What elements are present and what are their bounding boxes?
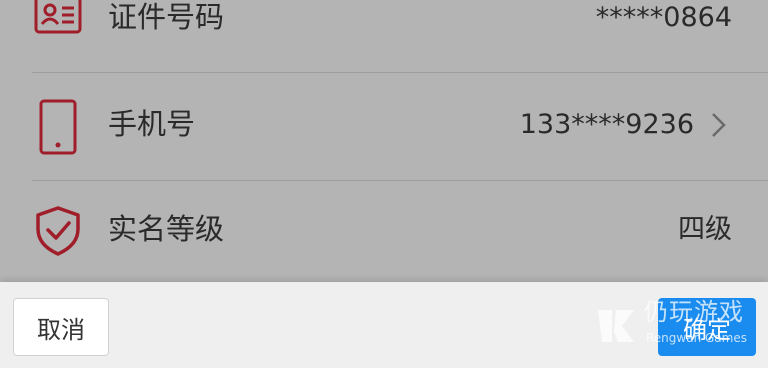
watermark-logo-icon bbox=[598, 310, 634, 342]
shield-check-icon bbox=[36, 206, 80, 256]
phone-number-label: 手机号 bbox=[108, 107, 196, 141]
row-phone-number[interactable]: 手机号 133****9236 bbox=[0, 73, 768, 180]
row-id-number: 证件号码 *****0864 bbox=[0, 0, 768, 72]
id-number-value: *****0864 bbox=[595, 2, 732, 33]
watermark-subtitle: Rengwan Games bbox=[646, 331, 747, 345]
row-real-name-level: 实名等级 四级 bbox=[0, 181, 768, 281]
phone-number-value: 133****9236 bbox=[519, 109, 694, 140]
watermark: 仍玩游戏 Rengwan Games bbox=[594, 300, 754, 350]
real-name-level-value: 四级 bbox=[678, 214, 732, 245]
id-card-icon bbox=[34, 0, 82, 34]
watermark-title: 仍玩游戏 bbox=[644, 298, 744, 326]
real-name-level-label: 实名等级 bbox=[108, 212, 225, 246]
chevron-right-icon bbox=[712, 113, 726, 137]
cancel-button[interactable]: 取消 bbox=[13, 298, 109, 356]
mobile-phone-icon bbox=[39, 99, 77, 155]
id-number-label: 证件号码 bbox=[108, 0, 225, 34]
